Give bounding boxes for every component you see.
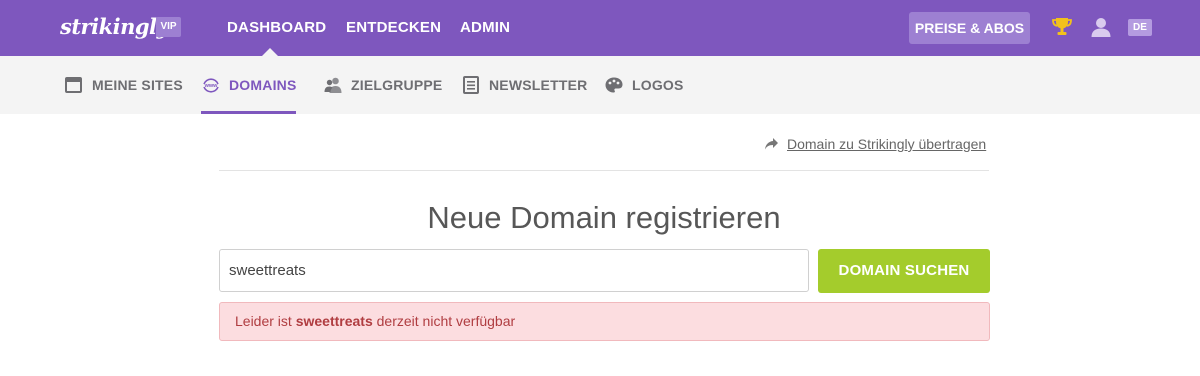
active-tab-indicator [201, 111, 296, 114]
domain-search-button[interactable]: DOMAIN SUCHEN [818, 249, 990, 293]
www-globe-icon: www [203, 78, 219, 93]
alert-suffix: derzeit nicht verfügbar [372, 313, 516, 329]
tab-domains[interactable]: www DOMAINS [201, 56, 297, 114]
page-title: Neue Domain registrieren [427, 200, 781, 235]
tab-domains-label: DOMAINS [229, 77, 297, 93]
nav-dashboard[interactable]: DASHBOARD [227, 19, 326, 36]
transfer-domain-link[interactable]: Domain zu Strikingly übertragen [764, 136, 986, 152]
svg-text:www: www [204, 83, 219, 89]
alert-prefix: Leider ist [235, 313, 296, 329]
tab-newsletter[interactable]: NEWSLETTER [461, 56, 587, 114]
tab-logos-label: LOGOS [632, 77, 684, 93]
vip-badge: VIP [156, 17, 181, 37]
top-navigation-bar: strikingly VIP DASHBOARD ENTDECKEN ADMIN… [0, 0, 1200, 56]
tab-meine-sites-label: MEINE SITES [92, 77, 183, 93]
domain-search-input[interactable] [219, 249, 809, 292]
tab-meine-sites[interactable]: MEINE SITES [64, 56, 183, 114]
nav-entdecken[interactable]: ENTDECKEN [346, 19, 441, 36]
user-account-icon[interactable] [1090, 16, 1112, 38]
newsletter-icon [463, 76, 479, 94]
tab-newsletter-label: NEWSLETTER [489, 77, 588, 93]
share-arrow-icon [765, 138, 778, 150]
divider [219, 170, 989, 171]
transfer-domain-label: Domain zu Strikingly übertragen [787, 136, 987, 152]
tab-zielgruppe-label: ZIELGRUPPE [351, 77, 443, 93]
palette-icon [605, 77, 623, 93]
people-icon [324, 77, 342, 93]
nav-admin[interactable]: ADMIN [460, 19, 510, 36]
active-nav-caret [262, 48, 278, 56]
pricing-button[interactable]: PREISE & ABOS [909, 12, 1030, 44]
strikingly-logo[interactable]: strikingly [60, 14, 169, 39]
alert-domain-name: sweettreats [295, 313, 373, 329]
tab-logos[interactable]: LOGOS [604, 56, 684, 114]
trophy-icon[interactable] [1051, 16, 1073, 38]
dashboard-subnav: MEINE SITES www DOMAINS ZIELGRUPPE NEWSL… [0, 56, 1200, 114]
domain-unavailable-alert: Leider ist sweettreats derzeit nicht ver… [219, 302, 990, 341]
tab-zielgruppe[interactable]: ZIELGRUPPE [323, 56, 442, 114]
browser-window-icon [65, 77, 82, 93]
language-switcher[interactable]: DE [1128, 19, 1152, 36]
